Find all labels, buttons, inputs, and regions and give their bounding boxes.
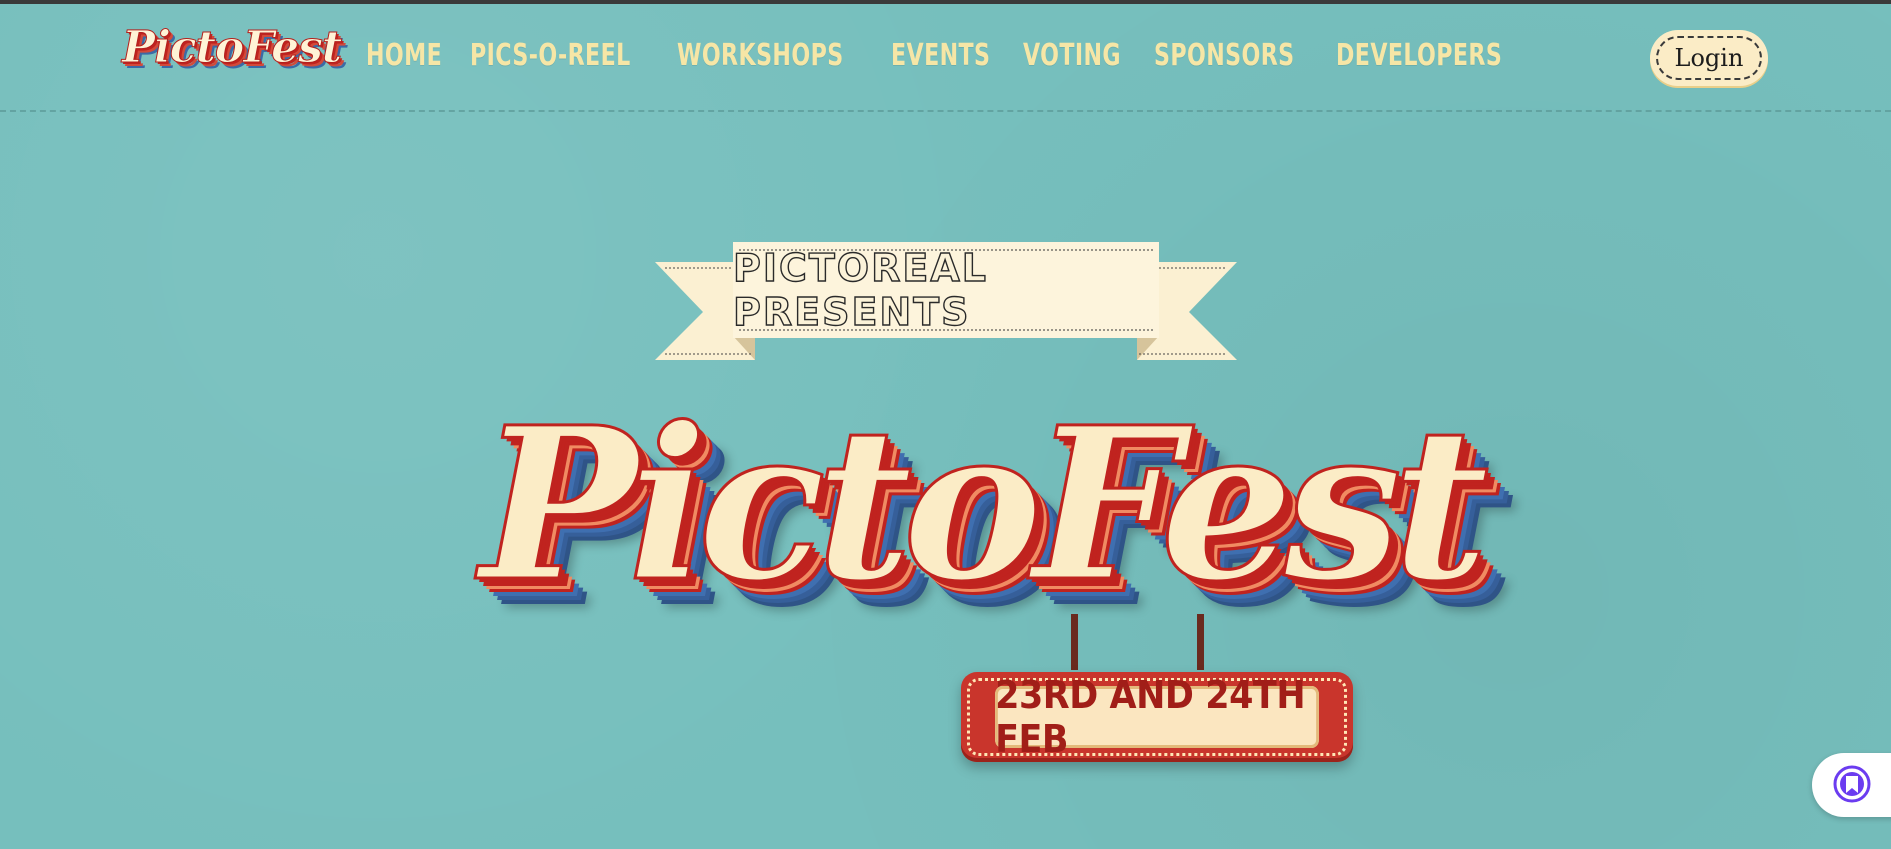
presents-ribbon: PICTOREAL PRESENTS (655, 240, 1237, 364)
nav-link-sponsors[interactable]: SPONSORS (1154, 38, 1295, 73)
brand-logo[interactable]: PictoFest (121, 22, 342, 74)
hero-logo-text: PictoFest (478, 381, 1490, 628)
navbar: PictoFest HOME PICS-O-REEL WORKSHOPS EVE… (0, 4, 1891, 110)
pictofest-hero-logo: PictoFest 23RD AND 24TH FEB (470, 398, 1491, 762)
login-label: Login (1656, 36, 1762, 80)
nav-link-workshops[interactable]: WORKSHOPS (677, 38, 844, 73)
nav-link-pics-o-reel[interactable]: PICS-O-REEL (470, 38, 631, 73)
floating-widget[interactable] (1812, 753, 1891, 817)
ribbon-text: PICTOREAL PRESENTS (732, 245, 988, 334)
sign-post-right (1197, 614, 1204, 670)
login-button[interactable]: Login (1650, 30, 1768, 86)
nav-link-voting[interactable]: VOTING (1023, 38, 1121, 73)
nav-divider (0, 110, 1891, 115)
nav-link-events[interactable]: EVENTS (891, 38, 990, 73)
bookmark-icon (1833, 765, 1871, 803)
page: PictoFest HOME PICS-O-REEL WORKSHOPS EVE… (0, 0, 1891, 849)
nav-link-developers[interactable]: DEVELOPERS (1336, 38, 1502, 73)
nav-links: HOME PICS-O-REEL WORKSHOPS EVENTS VOTING… (366, 38, 1519, 73)
date-sign: 23RD AND 24TH FEB (961, 672, 1353, 762)
sign-post-left (1071, 614, 1078, 670)
nav-link-home[interactable]: HOME (366, 38, 442, 73)
event-dates: 23RD AND 24TH FEB (995, 673, 1319, 761)
